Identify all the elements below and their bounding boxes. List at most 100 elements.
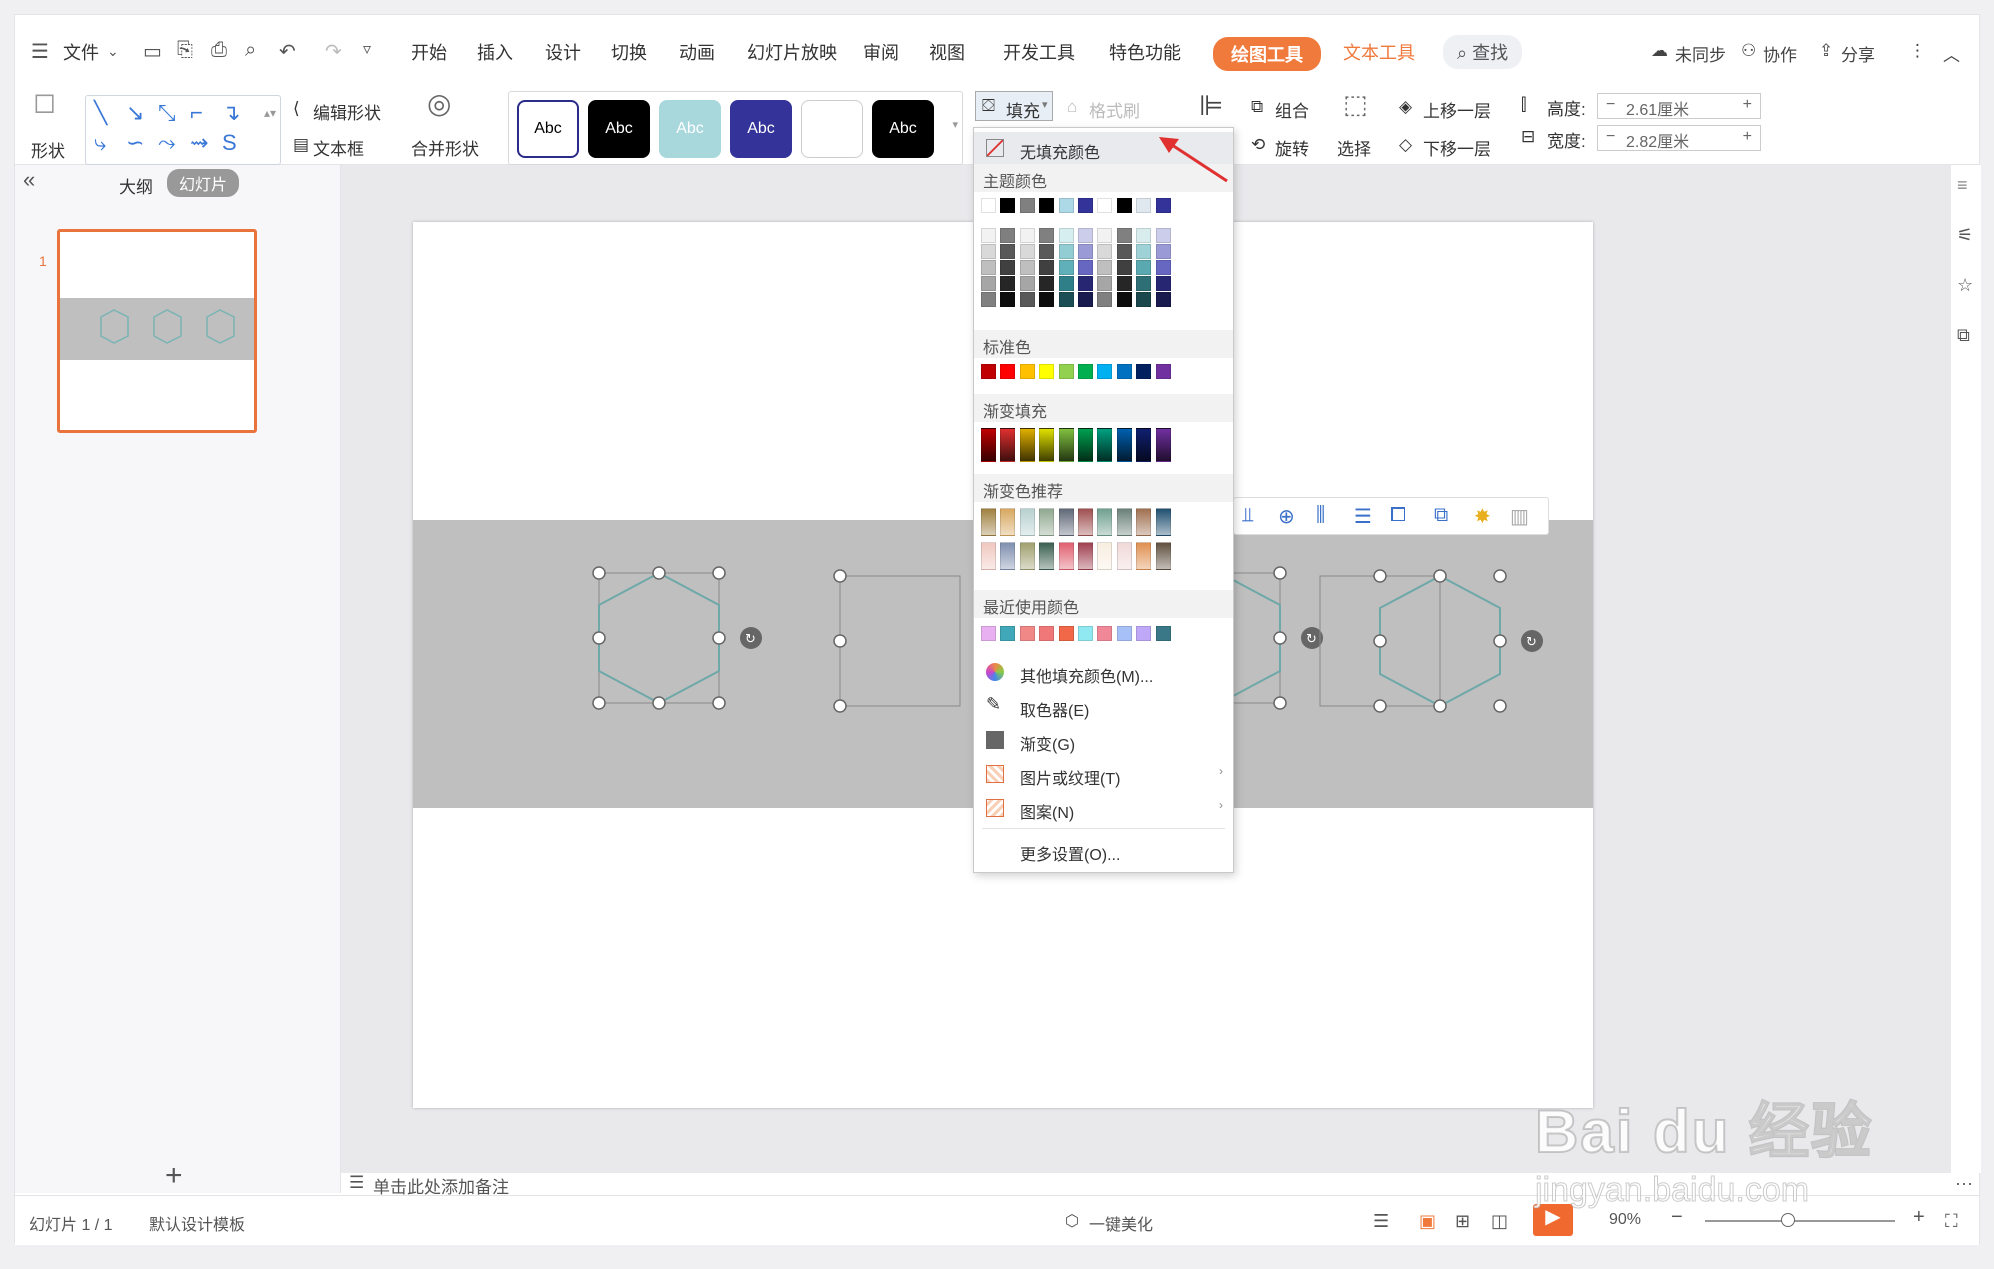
gradient-recommend-swatch[interactable] [1097, 542, 1113, 570]
distribute-horizontal-icon[interactable]: ⫼ [1316, 504, 1325, 527]
gradient-fill-swatch[interactable] [1155, 428, 1171, 462]
format-painter-button[interactable]: 格式刷 [1089, 97, 1140, 122]
gradient-recommend-swatch[interactable] [1019, 542, 1035, 570]
print-icon[interactable]: ⎙ [211, 39, 227, 62]
zoom-in-icon[interactable]: + [1913, 1206, 1925, 1229]
select-button[interactable]: 选择 [1337, 135, 1371, 160]
eyedropper-option[interactable]: ✎ 取色器(E) [974, 690, 1233, 724]
gradient-fill-swatch[interactable] [1058, 428, 1074, 462]
print-preview-icon[interactable]: ⌕ [245, 39, 256, 62]
style-outline-navy[interactable]: Abc [517, 100, 579, 158]
theme-shade-swatch[interactable] [1078, 244, 1093, 259]
bring-forward-icon[interactable]: ◈ [1399, 97, 1412, 117]
style-black-2[interactable]: Abc [872, 100, 934, 158]
tab-drawing-tools[interactable]: 绘图工具 [1213, 37, 1321, 71]
theme-shade-swatch[interactable] [1000, 292, 1016, 307]
share-icon[interactable]: ⇪ [1819, 41, 1833, 61]
send-backward-icon[interactable]: ◇ [1399, 135, 1412, 155]
tab-design[interactable]: 设计 [545, 39, 581, 65]
shape-style-gallery[interactable]: Abc Abc Abc Abc Abc ▾ [508, 91, 963, 165]
theme-shade-swatch[interactable] [1078, 292, 1093, 307]
theme-shade-swatch[interactable] [1116, 244, 1132, 259]
tab-start[interactable]: 开始 [411, 39, 447, 65]
align-bottom-icon[interactable]: ⫫ [1242, 504, 1253, 527]
width-stepper[interactable]: − 2.82厘米 + [1597, 125, 1761, 151]
gradient-recommend-swatch[interactable] [1116, 542, 1132, 570]
more-fill-colors-option[interactable]: 其他填充颜色(M)... [974, 656, 1233, 690]
zoom-level[interactable]: 90% [1609, 1211, 1641, 1229]
theme-shade-swatch[interactable] [1058, 292, 1074, 307]
gradient-recommend-swatch[interactable] [1155, 508, 1171, 536]
theme-color-swatch[interactable] [1116, 198, 1132, 213]
shape-gallery[interactable]: ╲ ↘ ⤡ ⌐ ↴ ⤷ ∽ ⤳ ⇝ S ▴▾ [85, 95, 281, 165]
gradient-recommend-swatch[interactable] [981, 508, 996, 536]
fill-button[interactable]: ⛋ 填充 ▾ [975, 91, 1053, 121]
star-icon[interactable]: ☆ [1957, 275, 1973, 296]
settings-sliders-icon[interactable]: ⚟ [1957, 225, 1973, 246]
tab-animation[interactable]: 动画 [679, 39, 715, 65]
textbox-icon[interactable]: ▤ [293, 135, 309, 155]
theme-shade-swatch[interactable] [1019, 244, 1035, 259]
add-slide-icon[interactable]: + [165, 1159, 183, 1193]
collapse-ribbon-icon[interactable]: ︿ [1943, 41, 1960, 66]
recent-color-swatch[interactable] [1000, 626, 1016, 641]
more-icon[interactable]: ⋮ [1909, 41, 1926, 61]
standard-color-swatch[interactable] [1136, 364, 1152, 379]
tab-review[interactable]: 审阅 [863, 39, 899, 65]
theme-shade-swatch[interactable] [1155, 260, 1171, 275]
style-indigo[interactable]: Abc [730, 100, 792, 158]
gradient-recommend-swatch[interactable] [1078, 542, 1093, 570]
theme-shade-swatch[interactable] [981, 244, 996, 259]
share-button[interactable]: 分享 [1841, 41, 1875, 66]
gradient-recommend-swatch[interactable] [1136, 508, 1152, 536]
standard-color-swatch[interactable] [1058, 364, 1074, 379]
customize-icon[interactable]: ▿ [363, 39, 371, 59]
template-name[interactable]: 默认设计模板 [149, 1211, 245, 1235]
textbox-button[interactable]: 文本框 [313, 135, 364, 160]
theme-shade-swatch[interactable] [1136, 244, 1152, 259]
theme-shade-swatch[interactable] [981, 228, 996, 243]
theme-color-swatch[interactable] [981, 198, 996, 213]
gradient-fill-swatch[interactable] [1078, 428, 1093, 462]
cloud-icon[interactable]: ☁ [1651, 41, 1668, 61]
distribute-vertical-icon[interactable]: ☰ [1354, 504, 1372, 529]
theme-shade-swatch[interactable] [1058, 228, 1074, 243]
curve-double-arrow-icon[interactable]: ⇝ [190, 130, 208, 156]
collab-icon[interactable]: ⚇ [1741, 41, 1756, 61]
shape-button[interactable]: 形状 [31, 137, 65, 162]
theme-shade-swatch[interactable] [1058, 244, 1074, 259]
hexagon-1[interactable]: ↻ [592, 566, 762, 710]
tab-slideshow[interactable]: 幻灯片放映 [747, 39, 837, 65]
format-painter-icon[interactable]: ⌂ [1067, 97, 1077, 117]
freeform-icon[interactable]: S [222, 130, 237, 156]
standard-color-swatch[interactable] [1039, 364, 1055, 379]
tab-outline[interactable]: 大纲 [119, 173, 153, 198]
menu-lines-icon[interactable]: ≡ [1957, 175, 1968, 196]
normal-view-icon[interactable]: ▣ [1419, 1211, 1436, 1232]
theme-color-swatch[interactable] [1039, 198, 1055, 213]
theme-shade-swatch[interactable] [1019, 292, 1035, 307]
tab-insert[interactable]: 插入 [477, 39, 513, 65]
theme-shade-swatch[interactable] [1155, 228, 1171, 243]
recent-color-swatch[interactable] [1039, 626, 1055, 641]
standard-color-swatch[interactable] [1097, 364, 1113, 379]
theme-shade-swatch[interactable] [1136, 292, 1152, 307]
theme-shade-swatch[interactable] [1116, 260, 1132, 275]
elbow-arrow-icon[interactable]: ↴ [222, 100, 240, 126]
crop-icon[interactable]: ⧠ [1390, 504, 1406, 527]
gradient-fill-swatch[interactable] [981, 428, 996, 462]
recent-color-swatch[interactable] [1078, 626, 1093, 641]
rotate-icon[interactable]: ⟲ [1251, 135, 1265, 155]
slide-thumbnail[interactable] [57, 229, 257, 433]
theme-shade-swatch[interactable] [981, 292, 996, 307]
gradient-fill-swatch[interactable] [1116, 428, 1132, 462]
theme-shade-swatch[interactable] [1097, 292, 1113, 307]
collapse-panel-icon[interactable]: « [23, 167, 35, 193]
zoom-slider-thumb[interactable] [1781, 1213, 1795, 1227]
theme-color-swatch[interactable] [1019, 198, 1035, 213]
tab-text-tools[interactable]: 文本工具 [1343, 39, 1415, 65]
gradient-fill-swatch[interactable] [1097, 428, 1113, 462]
recent-color-swatch[interactable] [981, 626, 996, 641]
theme-color-swatch[interactable] [1078, 198, 1093, 213]
sync-status[interactable]: 未同步 [1675, 41, 1726, 66]
